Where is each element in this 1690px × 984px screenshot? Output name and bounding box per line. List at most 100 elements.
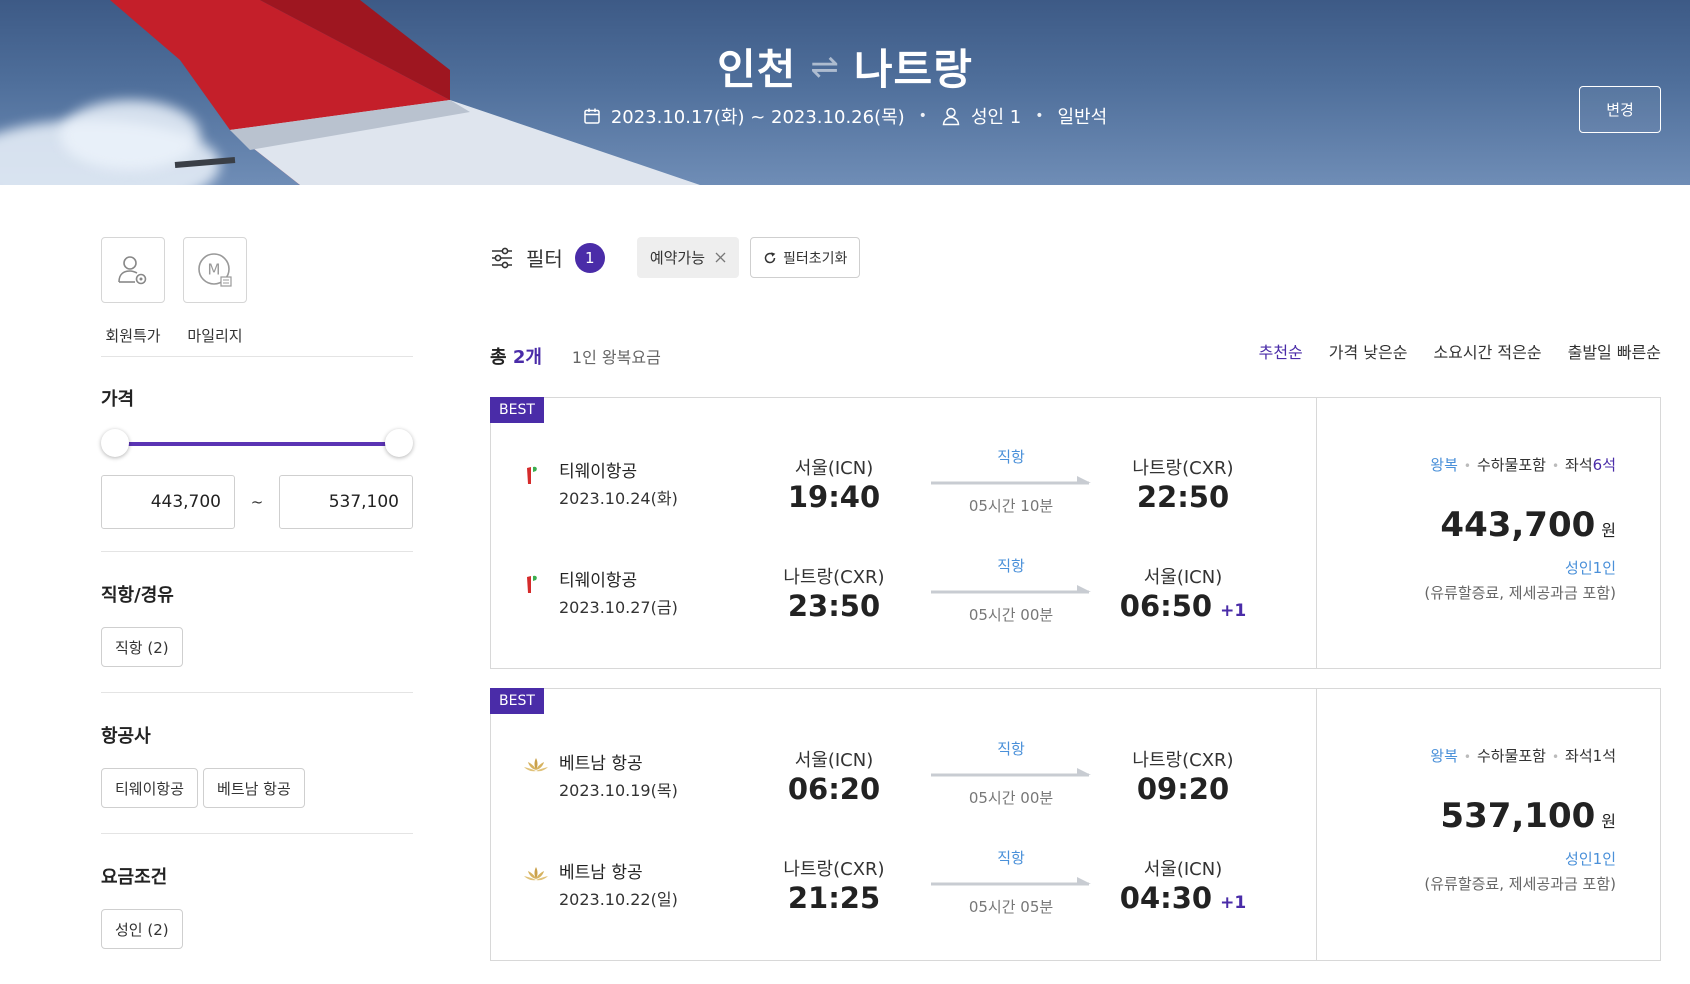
price-range-slider[interactable]: [101, 429, 413, 459]
stops-option-direct[interactable]: 직항 (2): [101, 627, 183, 667]
fare-amount: 537,100 원: [1424, 796, 1616, 836]
total-prefix: 총: [490, 347, 513, 368]
filter-count-badge: 1: [574, 242, 605, 273]
price-details: 왕복 • 수하물포함 • 좌석1석 537,100 원 성인1인 (유류할증료, 제세공과…: [1424, 745, 1616, 894]
active-filter-label: 예약가능: [649, 249, 706, 267]
price-panel: 왕복 • 수하물포함 • 좌석6석 443,700 원 성인1인 (유류할증료, 제세공과…: [1316, 398, 1660, 668]
airline-name: 티웨이항공: [559, 462, 638, 482]
calendar-icon: [584, 108, 600, 124]
baggage-tag: 수하물포함: [1476, 747, 1546, 765]
filter-label[interactable]: 필터: [526, 243, 563, 272]
departure-airport: 나트랑(CXR): [783, 859, 885, 880]
total-count: 2개: [512, 347, 542, 368]
arrival-airport: 서울(ICN): [1143, 859, 1223, 880]
sort-lowest-price[interactable]: 가격 낮은순: [1329, 339, 1408, 363]
divider: [101, 692, 413, 693]
arrival-time-value: 22:50: [1136, 480, 1230, 514]
flight-result-card[interactable]: BEST 베트남 항공 2023.10.19(목) 서울(ICN) 06:20 …: [490, 688, 1661, 961]
search-summary-header: 인천 ⇌ 나트랑 2023.10.17(화) ~ 2023.10.26(목) •…: [0, 0, 1690, 185]
fare-option-adult[interactable]: 성인 (2): [101, 909, 183, 949]
price-filter-title: 가격: [101, 389, 135, 410]
fare-inclusion-note: (유류할증료, 제세공과금 포함): [1424, 875, 1616, 893]
stops-filter-title: 직항/경유: [101, 585, 174, 606]
route-title: 인천 ⇌ 나트랑: [0, 36, 1690, 97]
mileage-button[interactable]: M: [183, 237, 247, 303]
trip-details: 2023.10.17(화) ~ 2023.10.26(목) • 성인 1 • 일…: [0, 103, 1690, 129]
sort-shortest-duration[interactable]: 소요시간 적은순: [1433, 339, 1541, 363]
sort-recommended[interactable]: 추천순: [1259, 339, 1303, 363]
flight-type: 직항: [997, 740, 1025, 758]
price-max-handle[interactable]: [385, 429, 413, 457]
price-min-handle[interactable]: [101, 429, 129, 457]
currency-unit: 원: [1601, 521, 1616, 540]
sort-options: 추천순 가격 낮은순 소요시간 적은순 출발일 빠른순: [1259, 339, 1661, 363]
departure-time: 21:25: [787, 881, 881, 915]
departure-time: 19:40: [787, 480, 881, 514]
member-deal-item: 회원특가: [101, 237, 165, 346]
divider: [101, 356, 413, 357]
fare-inclusion-note: (유류할증료, 제세공과금 포함): [1424, 584, 1616, 602]
flight-date: 2023.10.24(화): [559, 489, 678, 508]
departure-airport: 나트랑(CXR): [783, 567, 885, 588]
price-min-input[interactable]: [101, 475, 235, 529]
active-filter-tag[interactable]: 예약가능: [636, 237, 740, 278]
seats-prefix: 좌석: [1565, 747, 1593, 765]
price-panel: 왕복 • 수하물포함 • 좌석1석 537,100 원 성인1인 (유류할증료, 제세공과…: [1316, 689, 1660, 960]
arrival-time: 06:50 +1: [1103, 589, 1263, 623]
flight-arrow-icon: [931, 877, 1091, 886]
flight-arrow-icon: [931, 476, 1091, 485]
flight-date: 2023.10.19(목): [559, 781, 678, 800]
round-trip-arrows-icon: ⇌: [810, 46, 840, 87]
flight-duration: 05시간 05분: [968, 898, 1054, 916]
tway-airline-logo-icon: [527, 466, 537, 484]
arrival-time: 22:50: [1103, 480, 1263, 514]
separator-dot: •: [918, 108, 927, 124]
flight-date: 2023.10.22(일): [559, 890, 678, 909]
mileage-icon: M: [198, 253, 232, 287]
filter-sliders-icon[interactable]: [490, 246, 514, 270]
arrival-airport: 나트랑(CXR): [1132, 750, 1234, 771]
baggage-tag: 수하물포함: [1476, 456, 1546, 474]
fare-amount: 443,700 원: [1424, 505, 1616, 545]
destination-city: 나트랑: [853, 45, 973, 94]
member-deal-button[interactable]: [101, 237, 165, 303]
sort-earliest-departure[interactable]: 출발일 빠른순: [1568, 339, 1661, 363]
airline-name: 티웨이항공: [559, 571, 638, 591]
mileage-item: M 마일리지: [183, 237, 247, 346]
arrival-time: 09:20: [1103, 772, 1263, 806]
arrival-time: 04:30 +1: [1103, 881, 1263, 915]
flight-type: 직항: [997, 448, 1025, 466]
results-summary: 총 2개 1인 왕복요금: [490, 343, 661, 369]
best-badge: BEST: [490, 688, 544, 714]
flight-duration: 05시간 10분: [968, 497, 1054, 515]
close-icon[interactable]: [715, 252, 726, 263]
airline-option-tway[interactable]: 티웨이항공: [101, 768, 199, 808]
arrival-time-value: 09:20: [1136, 772, 1230, 806]
flight-duration: 05시간 00분: [968, 606, 1054, 624]
refresh-icon: [764, 251, 776, 263]
fare-per-adult: 성인1인: [1565, 850, 1616, 868]
flight-arrow-icon: [931, 768, 1091, 777]
separator-dot: •: [1035, 108, 1044, 124]
price-range-track: [115, 442, 399, 446]
price-max-input[interactable]: [279, 475, 413, 529]
next-day-indicator: +1: [1220, 893, 1247, 913]
reset-filters-button[interactable]: 필터초기화: [750, 237, 861, 278]
next-day-indicator: +1: [1220, 601, 1247, 621]
fare-tags: 왕복 • 수하물포함 • 좌석6석: [1430, 456, 1616, 474]
member-deal-label: 회원특가: [105, 327, 161, 345]
airline-name: 베트남 항공: [559, 863, 643, 883]
origin-city: 인천: [717, 45, 797, 94]
passenger-count: 성인 1: [970, 107, 1022, 128]
change-search-button[interactable]: 변경: [1579, 86, 1661, 133]
seats-prefix: 좌석: [1565, 456, 1593, 474]
flight-result-card[interactable]: BEST 티웨이항공 2023.10.24(화) 서울(ICN) 19:40 직…: [490, 397, 1661, 669]
price-inputs: ~: [101, 475, 413, 529]
flight-type: 직항: [997, 849, 1025, 867]
quick-filter-buttons: 회원특가 M 마일리지: [101, 237, 413, 346]
arrival-airport: 나트랑(CXR): [1132, 458, 1234, 479]
airline-option-vietnam[interactable]: 베트남 항공: [203, 768, 305, 808]
best-badge: BEST: [490, 397, 544, 423]
travel-dates: 2023.10.17(화) ~ 2023.10.26(목): [610, 107, 905, 128]
fare-amount-value: 443,700: [1440, 505, 1596, 545]
